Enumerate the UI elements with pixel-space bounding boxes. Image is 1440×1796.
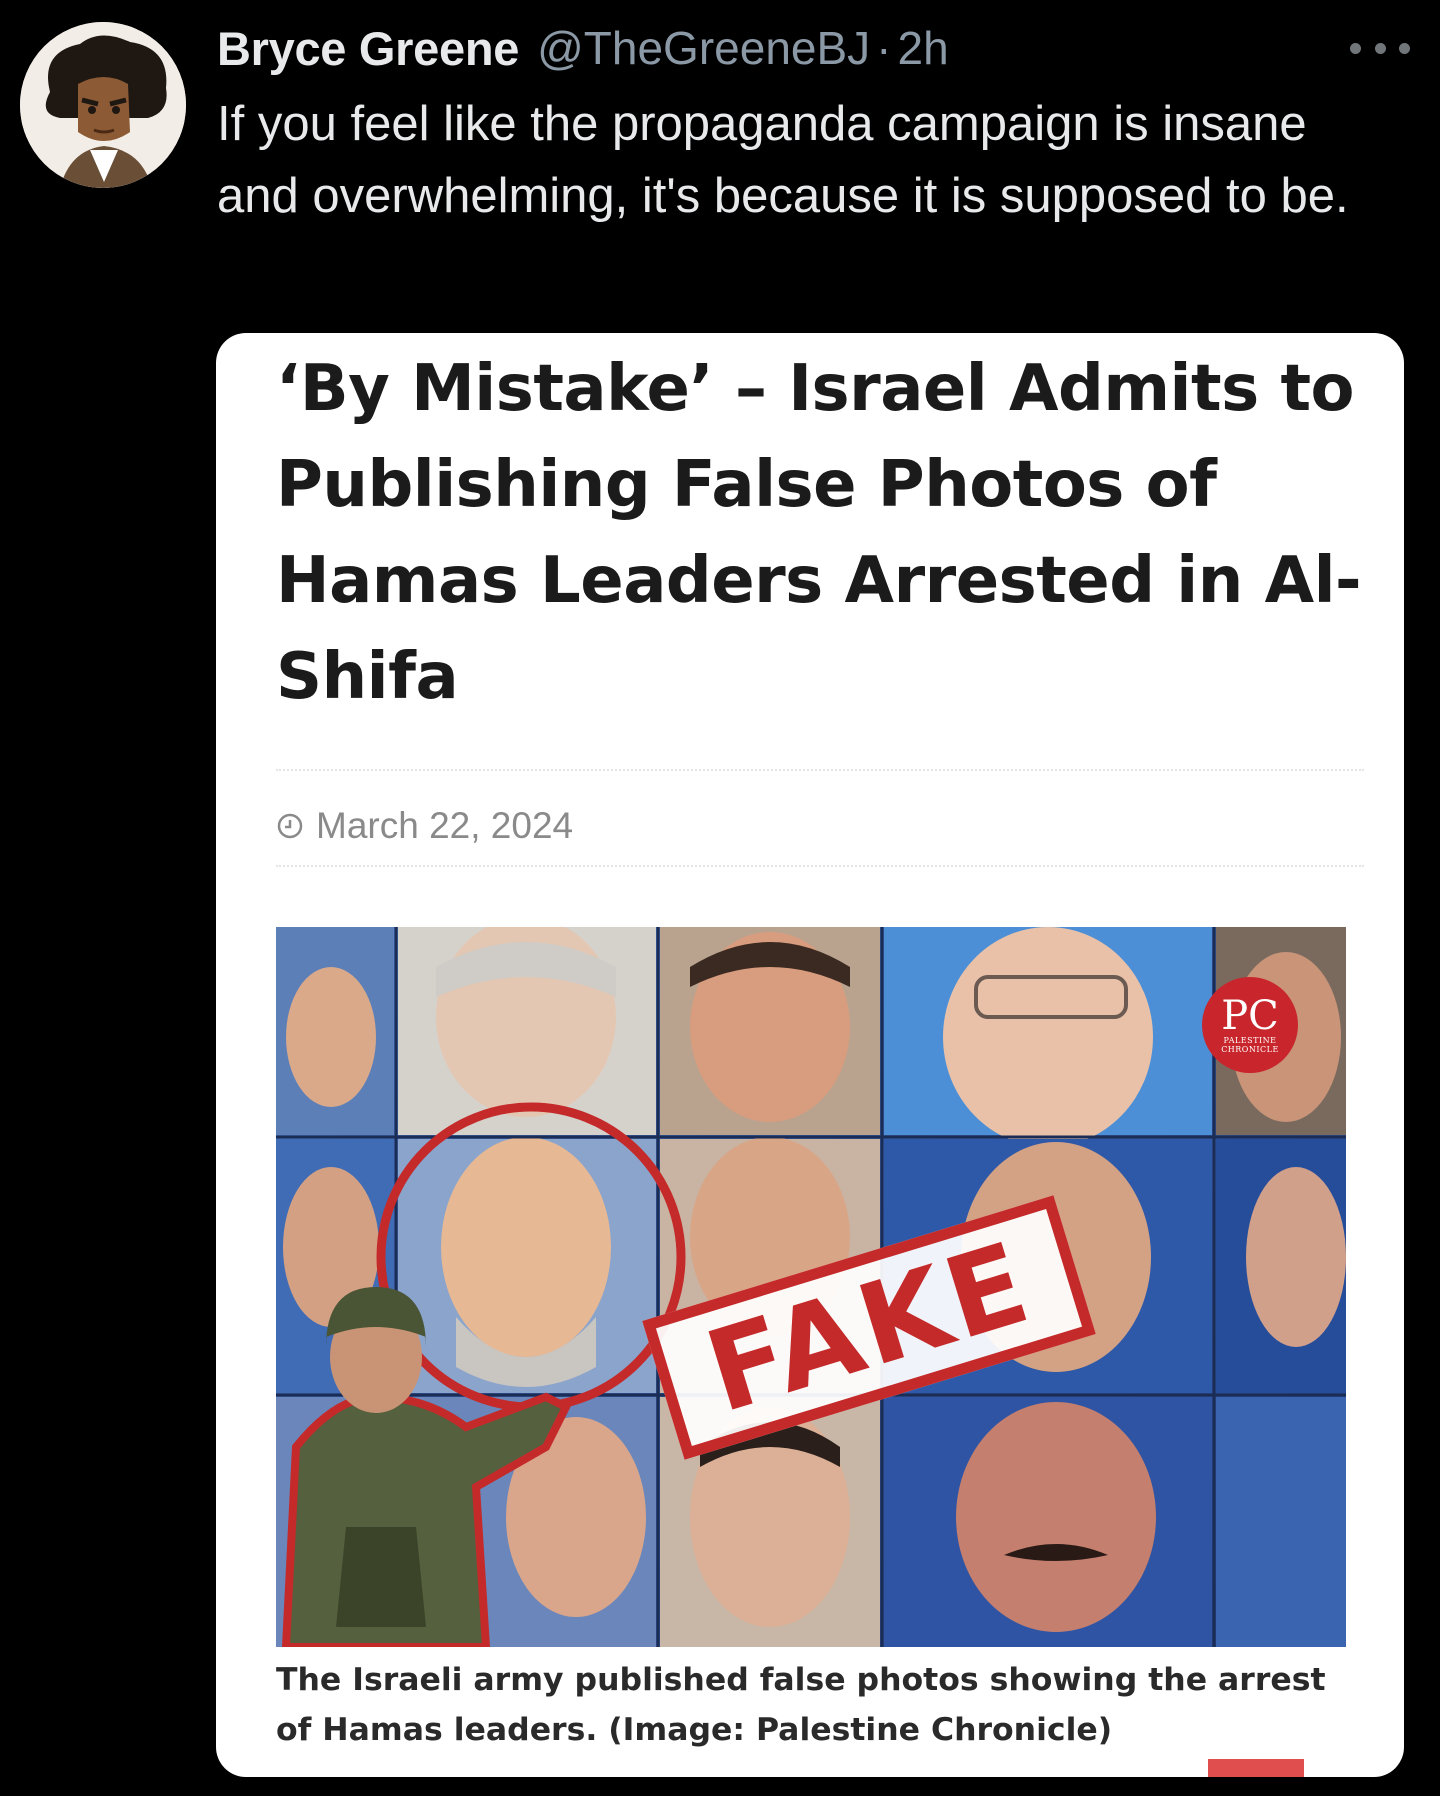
divider [276,769,1364,771]
logo-subtitle: PALESTINE CHRONICLE [1221,1036,1279,1054]
timestamp[interactable]: 2h [898,21,949,75]
tweet-text: If you feel like the propaganda campaign… [217,97,1349,223]
publisher-logo: PC PALESTINE CHRONICLE [1202,977,1298,1073]
article-date-row: March 22, 2024 [276,801,573,851]
more-dot [1399,42,1410,54]
author-handle[interactable]: @TheGreeneBJ [537,21,870,75]
article-image[interactable]: FAKE PC PALESTINE CHRONICLE [276,927,1346,1647]
image-caption: The Israeli army published false photos … [276,1662,1326,1748]
tweet: Bryce Greene @TheGreeneBJ · 2h If you fe… [0,0,1440,1796]
avatar-image [20,22,186,188]
more-dot [1374,42,1386,54]
article-card[interactable]: ‘By Mistake’ – Israel Admits to Publishi… [216,333,1404,1777]
more-dot [1350,42,1361,54]
separator-dot: · [876,22,892,74]
tweet-header: Bryce Greene @TheGreeneBJ · 2h [217,18,949,78]
article-headline[interactable]: ‘By Mistake’ – Israel Admits to Publishi… [276,341,1376,725]
author-name[interactable]: Bryce Greene [217,21,519,76]
logo-letters: PC [1221,993,1279,1039]
clock-icon [277,813,303,839]
article-date: March 22, 2024 [316,805,574,846]
accent-bar [1208,1759,1304,1777]
divider [276,865,1364,867]
more-icon[interactable] [1350,28,1410,68]
avatar[interactable] [20,22,186,188]
